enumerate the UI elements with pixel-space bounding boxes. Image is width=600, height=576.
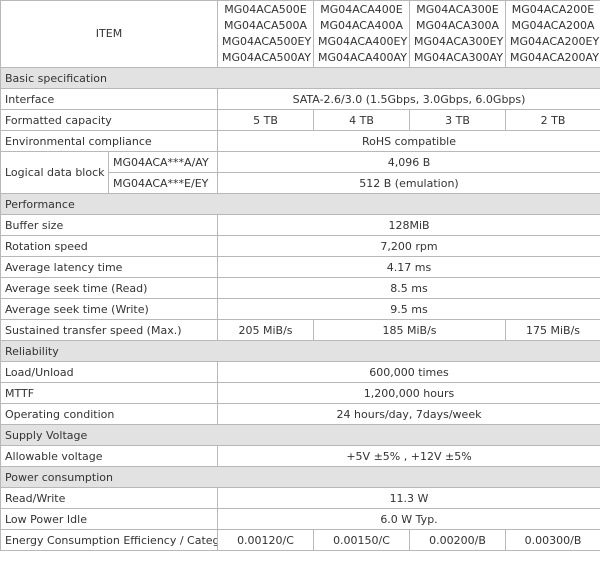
- row-label: Low Power Idle: [0, 508, 218, 530]
- row-label: Interface: [0, 88, 218, 110]
- model-name: MG04ACA300EY: [414, 35, 504, 48]
- model-name: MG04ACA500E: [224, 3, 307, 16]
- row-label: Energy Consumption Efficiency / Category…: [0, 529, 218, 551]
- row-label: Read/Write: [0, 487, 218, 509]
- row-label: Logical data block length: [0, 151, 109, 194]
- row-value: 4.17 ms: [217, 256, 600, 278]
- row-value: 5 TB: [217, 109, 314, 131]
- row-value: 0.00300/B: [505, 529, 600, 551]
- row-value: 8.5 ms: [217, 277, 600, 299]
- section-performance: Performance: [0, 193, 600, 215]
- row-label: Rotation speed: [0, 235, 218, 257]
- row-value: 175 MiB/s: [505, 319, 600, 341]
- model-name: MG04ACA200AY: [510, 51, 599, 64]
- section-row: Power consumption: [0, 466, 600, 488]
- table-row: Rotation speed 7,200 rpm: [0, 235, 600, 257]
- row-value: 1,200,000 hours: [217, 382, 600, 404]
- row-label: MTTF: [0, 382, 218, 404]
- table-row: Read/Write 11.3 W: [0, 487, 600, 509]
- model-name: MG04ACA300AY: [414, 51, 503, 64]
- table-row: Energy Consumption Efficiency / Category…: [0, 529, 600, 551]
- table-row: Formatted capacity 5 TB 4 TB 3 TB 2 TB: [0, 109, 600, 131]
- row-label: Operating condition: [0, 403, 218, 425]
- row-label: Environmental compliance: [0, 130, 218, 152]
- row-value: 0.00150/C: [313, 529, 410, 551]
- section-reliability: Reliability: [0, 340, 600, 362]
- table-row: Sustained transfer speed (Max.) 205 MiB/…: [0, 319, 600, 341]
- table-row: Interface SATA-2.6/3.0 (1.5Gbps, 3.0Gbps…: [0, 88, 600, 110]
- header-row: ITEM MG04ACA500E MG04ACA500A MG04ACA500E…: [0, 0, 600, 68]
- row-value: 4 TB: [313, 109, 410, 131]
- row-value: 11.3 W: [217, 487, 600, 509]
- row-label: Sustained transfer speed (Max.): [0, 319, 218, 341]
- row-value: +5V ±5% , +12V ±5%: [217, 445, 600, 467]
- row-value: 600,000 times: [217, 361, 600, 383]
- table-row: Average seek time (Read) 8.5 ms: [0, 277, 600, 299]
- row-value: 205 MiB/s: [217, 319, 314, 341]
- model-name: MG04ACA300A: [415, 19, 500, 32]
- model-name: MG04ACA400A: [319, 19, 404, 32]
- section-row: Reliability: [0, 340, 600, 362]
- section-power-consumption: Power consumption: [0, 466, 600, 488]
- row-label: Allowable voltage: [0, 445, 218, 467]
- table-row: Operating condition 24 hours/day, 7days/…: [0, 403, 600, 425]
- row-value: 6.0 W Typ.: [217, 508, 600, 530]
- model-name: MG04ACA300E: [416, 3, 499, 16]
- model-header-4tb: MG04ACA400E MG04ACA400A MG04ACA400EY MG0…: [313, 0, 410, 68]
- model-header-3tb: MG04ACA300E MG04ACA300A MG04ACA300EY MG0…: [409, 0, 506, 68]
- table-row: MTTF 1,200,000 hours: [0, 382, 600, 404]
- model-header-5tb: MG04ACA500E MG04ACA500A MG04ACA500EY MG0…: [217, 0, 314, 68]
- model-name: MG04ACA200E: [511, 3, 595, 16]
- table-row: Load/Unload 600,000 times: [0, 361, 600, 383]
- table-row: Environmental compliance RoHS compatible: [0, 130, 600, 152]
- table-row: Average seek time (Write) 9.5 ms: [0, 298, 600, 320]
- row-value: SATA-2.6/3.0 (1.5Gbps, 3.0Gbps, 6.0Gbps): [217, 88, 600, 110]
- table-row: Logical data block length MG04ACA***A/AY…: [0, 151, 600, 194]
- model-header-2tb: MG04ACA200E MG04ACA200A MG04ACA200EY MG0…: [505, 0, 600, 68]
- model-name: MG04ACA200A: [511, 19, 595, 32]
- table-row: Low Power Idle 6.0 W Typ.: [0, 508, 600, 530]
- model-name: MG04ACA200EY: [510, 35, 600, 48]
- row-value: 7,200 rpm: [217, 235, 600, 257]
- row-value: 0.00200/B: [409, 529, 506, 551]
- row-label: Formatted capacity: [0, 109, 218, 131]
- row-label: Load/Unload: [0, 361, 218, 383]
- section-row: Performance: [0, 193, 600, 215]
- row-value: 128MiB: [217, 214, 600, 236]
- model-name: MG04ACA500A: [223, 19, 308, 32]
- row-value: 4,096 B: [217, 151, 600, 173]
- spec-table: ITEM MG04ACA500E MG04ACA500A MG04ACA500E…: [0, 0, 600, 551]
- model-name: MG04ACA500EY: [222, 35, 312, 48]
- row-sublabel: MG04ACA***E/EY: [108, 172, 218, 194]
- model-name: MG04ACA400EY: [318, 35, 408, 48]
- model-name: MG04ACA400E: [320, 3, 403, 16]
- section-supply-voltage: Supply Voltage: [0, 424, 600, 446]
- row-value: 2 TB: [505, 109, 600, 131]
- row-value: 185 MiB/s: [313, 319, 506, 341]
- row-label: Average seek time (Write): [0, 298, 218, 320]
- row-label: Average latency time: [0, 256, 218, 278]
- model-name: MG04ACA500AY: [222, 51, 311, 64]
- row-value: 24 hours/day, 7days/week: [217, 403, 600, 425]
- table-row: Buffer size 128MiB: [0, 214, 600, 236]
- row-sublabel: MG04ACA***A/AY: [108, 151, 218, 173]
- section-basic-specification: Basic specification: [0, 67, 600, 89]
- table-row: Allowable voltage +5V ±5% , +12V ±5%: [0, 445, 600, 467]
- section-row: Supply Voltage: [0, 424, 600, 446]
- row-value: 3 TB: [409, 109, 506, 131]
- row-value: 9.5 ms: [217, 298, 600, 320]
- row-label: Average seek time (Read): [0, 277, 218, 299]
- row-value: 512 B (emulation): [217, 172, 600, 194]
- table-row: Average latency time 4.17 ms: [0, 256, 600, 278]
- row-value: RoHS compatible: [217, 130, 600, 152]
- row-label: Buffer size: [0, 214, 218, 236]
- model-name: MG04ACA400AY: [318, 51, 407, 64]
- item-header: ITEM: [0, 0, 218, 68]
- section-row: Basic specification: [0, 67, 600, 89]
- row-value: 0.00120/C: [217, 529, 314, 551]
